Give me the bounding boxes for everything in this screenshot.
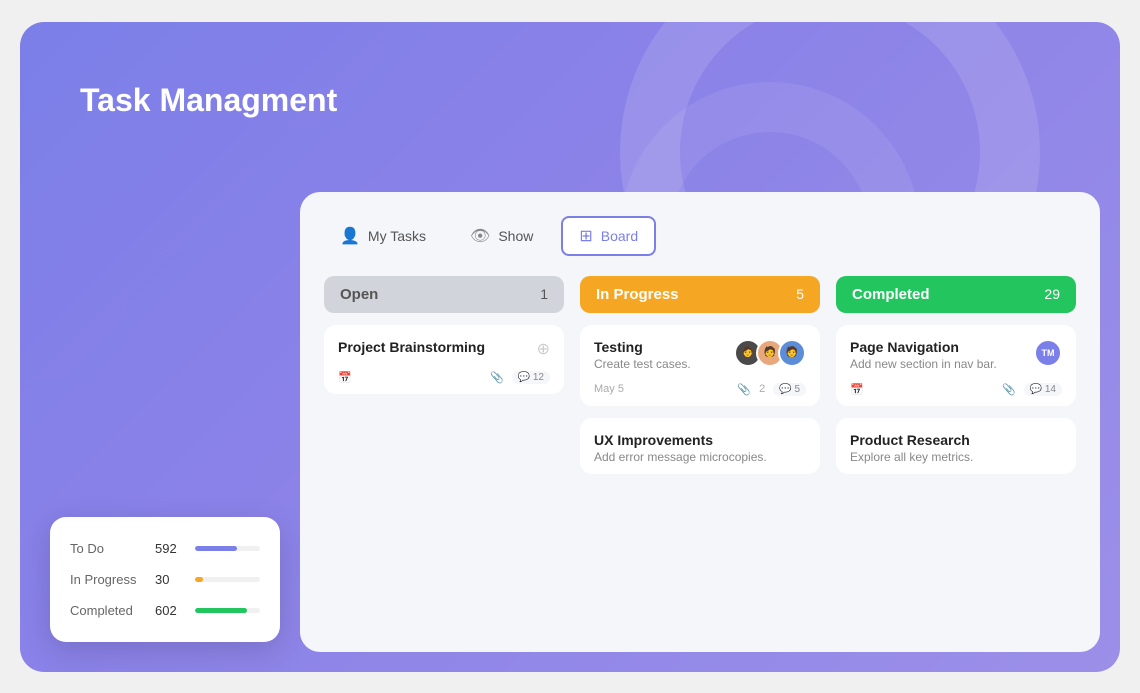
task-nav-desc: Add new section in nav bar. [850,357,997,371]
avatar-tm: TM [1034,339,1062,367]
stat-row-comp: Completed 602 [70,603,260,618]
my-tasks-label: My Tasks [368,228,426,244]
show-label: Show [498,228,533,244]
attach-icon-nav: 📎 [1002,383,1016,396]
calendar-symbol-nav: 📅 [850,383,864,396]
stat-label-inprog: In Progress [70,572,145,587]
task-nav-title: Page Navigation [850,339,997,355]
stats-card: To Do 592 In Progress 30 Completed 602 [50,517,280,642]
stat-bar-bg-comp [195,608,260,613]
stat-bar-bg-todo [195,546,260,551]
calendar-nav: 📅 [850,383,864,396]
column-header-in-progress: In Progress 5 [580,276,820,313]
stat-bar-inprog [195,577,203,582]
calendar-symbol: 📅 [338,371,352,384]
column-open: Open 1 Project Brainstorming ⊕ 📅 [324,276,564,640]
stat-row-inprog: In Progress 30 [70,572,260,587]
person-icon: 👤 [340,226,360,246]
task-brainstorming-title: Project Brainstorming [338,339,485,355]
task-card-brainstorming[interactable]: Project Brainstorming ⊕ 📅 📎 💬 12 [324,325,564,394]
column-in-progress: In Progress 5 Testing Create test cases.… [580,276,820,640]
column-in-progress-count: 5 [796,286,804,302]
task-research-desc: Explore all key metrics. [850,450,973,464]
task-testing-avatars: 🧑 🧑 🧑 [734,339,806,367]
task-research-header: Product Research Explore all key metrics… [850,432,1062,464]
stat-bar-comp [195,608,247,613]
date-text-testing: May 5 [594,383,624,395]
board-label: Board [601,228,638,244]
task-testing-footer: May 5 📎 2 💬 5 [594,383,806,396]
column-header-completed: Completed 29 [836,276,1076,313]
column-header-open: Open 1 [324,276,564,313]
task-ux-title: UX Improvements [594,432,767,448]
task-ux-desc: Add error message microcopies. [594,450,767,464]
avatar-3: 🧑 [778,339,806,367]
stat-bar-todo [195,546,237,551]
stat-bar-bg-inprog [195,577,260,582]
stat-label-comp: Completed [70,603,145,618]
comment-count-nav: 💬 14 [1024,383,1062,396]
comment-count-testing: 💬 5 [773,383,806,396]
stat-value-comp: 602 [155,603,185,618]
task-brainstorming-meta: 📎 💬 12 [490,371,550,384]
board-button[interactable]: ⊞ Board [561,216,656,256]
add-person-icon: ⊕ [537,339,550,359]
eye-icon: 👁 [470,226,490,246]
task-card-testing[interactable]: Testing Create test cases. 🧑 🧑 🧑 May 5 [580,325,820,406]
task-card-research[interactable]: Product Research Explore all key metrics… [836,418,1076,474]
task-nav-avatar: TM [1034,339,1062,367]
column-open-label: Open [340,286,378,303]
task-research-title: Product Research [850,432,973,448]
task-nav-header: Page Navigation Add new section in nav b… [850,339,1062,371]
stat-row-todo: To Do 592 [70,541,260,556]
toolbar: 👤 My Tasks 👁 Show ⊞ Board [324,216,1076,256]
main-panel: 👤 My Tasks 👁 Show ⊞ Board Open 1 [300,192,1100,652]
attach-icon: 📎 [490,371,504,384]
stat-value-inprog: 30 [155,572,185,587]
board-icon: ⊞ [579,226,592,246]
calendar-icon: 📅 [338,371,352,384]
outer-card: Task Managment To Do 592 In Progress 30 … [20,22,1120,672]
comment-icon-nav: 💬 [1030,384,1042,395]
column-completed-label: Completed [852,286,930,303]
task-nav-footer: 📅 📎 💬 14 [850,383,1062,396]
task-ux-header: UX Improvements Add error message microc… [594,432,806,464]
comment-icon: 💬 [518,372,530,383]
column-completed-count: 29 [1044,286,1060,302]
stat-value-todo: 592 [155,541,185,556]
attach-icon-testing: 📎 [737,383,751,396]
board: Open 1 Project Brainstorming ⊕ 📅 [324,276,1076,640]
show-button[interactable]: 👁 Show [454,218,549,254]
task-testing-meta: 📎 2 💬 5 [737,383,806,396]
task-nav-meta: 📎 💬 14 [1002,383,1062,396]
my-tasks-button[interactable]: 👤 My Tasks [324,218,442,254]
task-card-brainstorming-header: Project Brainstorming ⊕ [338,339,550,359]
column-open-count: 1 [540,286,548,302]
task-testing-title: Testing [594,339,691,355]
comment-icon-testing: 💬 [779,384,791,395]
task-testing-desc: Create test cases. [594,357,691,371]
task-card-nav[interactable]: Page Navigation Add new section in nav b… [836,325,1076,406]
task-brainstorming-footer: 📅 📎 💬 12 [338,371,550,384]
column-completed: Completed 29 Page Navigation Add new sec… [836,276,1076,640]
page-title: Task Managment [80,82,337,119]
task-card-ux[interactable]: UX Improvements Add error message microc… [580,418,820,474]
column-in-progress-label: In Progress [596,286,679,303]
task-testing-header: Testing Create test cases. 🧑 🧑 🧑 [594,339,806,371]
stat-label-todo: To Do [70,541,145,556]
task-testing-date: May 5 [594,383,624,395]
comment-count-brainstorming: 💬 12 [512,371,550,384]
